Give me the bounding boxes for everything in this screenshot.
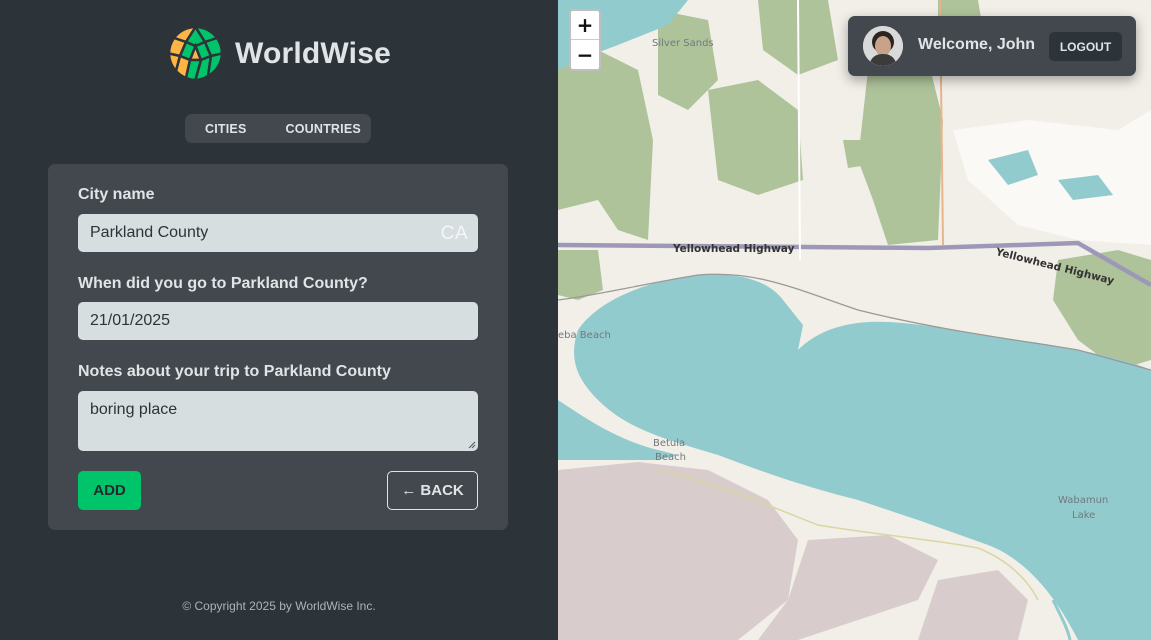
city-name-input[interactable]: Parkland County CA <box>78 214 478 252</box>
map[interactable]: Silver Sands Yellowhead Highway Yellowhe… <box>558 0 1151 640</box>
avatar <box>863 26 903 66</box>
place-label-beach: Beach <box>655 452 686 463</box>
add-button[interactable]: ADD <box>78 471 141 510</box>
date-value: 21/01/2025 <box>90 312 171 329</box>
map-tiles <box>558 0 1151 640</box>
logout-button[interactable]: LOGOUT <box>1049 32 1122 61</box>
copyright: © Copyright 2025 by WorldWise Inc. <box>182 599 376 613</box>
globe-logo-icon <box>168 26 223 81</box>
country-flag: CA <box>440 223 468 244</box>
welcome-text: Welcome, John <box>918 36 1036 53</box>
logo[interactable]: WorldWise <box>168 26 391 81</box>
zoom-in-button[interactable]: + <box>571 11 599 40</box>
notes-label: Notes about your trip to Parkland County <box>78 363 391 380</box>
city-name-label: City name <box>78 186 155 203</box>
place-label-betula: Betula <box>653 438 686 449</box>
app-nav: CITIES COUNTRIES <box>185 114 371 143</box>
tab-countries[interactable]: COUNTRIES <box>285 122 360 136</box>
date-label: When did you go to Parkland County? <box>78 275 368 292</box>
tab-cities[interactable]: CITIES <box>205 122 246 136</box>
notes-textarea[interactable]: boring place <box>78 391 478 451</box>
place-label-lake: Lake <box>1072 510 1096 521</box>
user-avatar-icon <box>863 26 903 66</box>
back-button[interactable]: ← BACK <box>387 471 478 510</box>
zoom-control: + − <box>569 9 601 71</box>
notes-value: boring place <box>90 401 178 418</box>
app-name: WorldWise <box>235 36 391 70</box>
zoom-out-button[interactable]: − <box>571 40 599 69</box>
place-label-wabamun: Wabamun <box>1058 495 1109 506</box>
sidebar: WorldWise CITIES COUNTRIES City name Par… <box>0 0 558 640</box>
resize-handle-icon[interactable] <box>468 441 476 449</box>
city-form: City name Parkland County CA When did yo… <box>48 164 508 530</box>
place-label-silver-sands: Silver Sands <box>652 38 714 49</box>
user-panel: Welcome, John LOGOUT <box>848 16 1136 76</box>
road-label-yellowhead-1: Yellowhead Highway <box>673 243 795 255</box>
city-name-value: Parkland County <box>90 224 209 241</box>
date-input[interactable]: 21/01/2025 <box>78 302 478 340</box>
place-label-beach-left: eba Beach <box>558 330 611 341</box>
